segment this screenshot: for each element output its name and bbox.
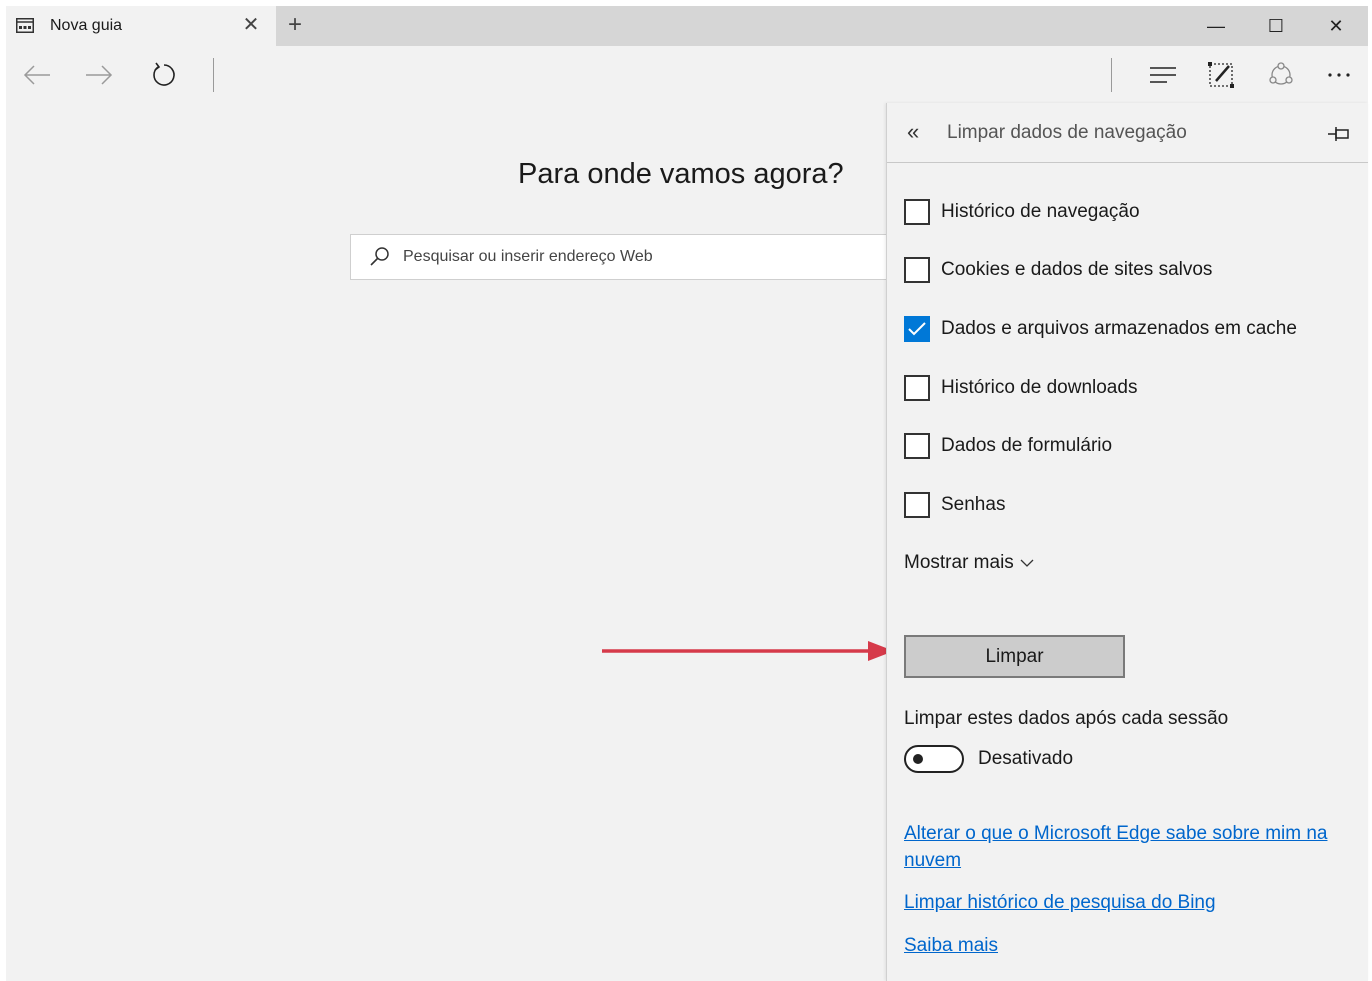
show-more-toggle[interactable]: Mostrar mais [904,552,1034,574]
tab-nova-guia[interactable]: Nova guia ✕ [6,6,276,46]
option-passwords[interactable]: Senhas [904,490,1005,520]
back-chevron-icon[interactable]: « [907,121,919,143]
checkbox[interactable] [904,375,930,401]
red-arrow-annotation [602,641,894,661]
toolbar-divider [1111,58,1112,92]
checkbox[interactable] [904,257,930,283]
maximize-button[interactable]: ☐ [1254,10,1298,42]
option-label: Histórico de downloads [941,377,1138,398]
toolbar-divider [213,58,214,92]
forward-button[interactable] [82,58,116,92]
search-box[interactable] [350,234,910,280]
forward-arrow-icon [86,65,113,85]
option-cached-data[interactable]: Dados e arquivos armazenados em cache [904,314,1297,344]
chevron-down-icon [1020,559,1034,567]
clear-button[interactable]: Limpar [904,635,1125,678]
new-tab-button[interactable]: + [282,12,308,38]
checkbox[interactable] [904,199,930,225]
close-tab-icon[interactable]: ✕ [240,14,262,36]
toggle-state-label: Desativado [978,748,1074,769]
option-cookies[interactable]: Cookies e dados de sites salvos [904,255,1212,285]
checkbox-checked[interactable] [904,316,930,342]
clear-on-exit-label: Limpar estes dados após cada sessão [904,708,1229,729]
hub-button[interactable] [1146,58,1180,92]
option-label: Senhas [941,494,1006,515]
tab-title: Nova guia [50,17,123,34]
share-button[interactable] [1264,58,1298,92]
browser-window: Nova guia ✕ + — ☐ ✕ Para onde vamos agor… [6,6,1368,981]
clear-on-exit-toggle[interactable] [904,745,964,773]
option-form-data[interactable]: Dados de formulário [904,431,1112,461]
search-icon [370,247,389,266]
refresh-icon [153,62,175,86]
option-label: Histórico de navegação [941,201,1140,222]
hub-icon [1150,67,1176,83]
more-dots-icon [1328,73,1350,77]
link-clear-bing-history[interactable]: Limpar histórico de pesquisa do Bing [904,889,1216,916]
refresh-button[interactable] [146,58,180,92]
minimize-button[interactable]: — [1194,10,1238,42]
panel-title: Limpar dados de navegação [947,122,1187,143]
toolbar [6,46,1368,102]
show-more-label: Mostrar mais [904,552,1014,573]
option-download-history[interactable]: Histórico de downloads [904,373,1137,403]
share-icon [1269,62,1293,85]
link-learn-more[interactable]: Saiba mais [904,932,998,959]
option-label: Cookies e dados de sites salvos [941,259,1213,280]
option-label: Dados de formulário [941,435,1113,456]
option-browsing-history[interactable]: Histórico de navegação [904,197,1140,227]
toggle-knob [913,754,923,764]
tab-page-icon [16,18,34,33]
panel-header: « Limpar dados de navegação [887,103,1368,163]
checkbox[interactable] [904,492,930,518]
option-label: Dados e arquivos armazenados em cache [941,318,1297,339]
back-arrow-icon [23,65,50,85]
pin-icon[interactable] [1327,125,1349,143]
page-headline: Para onde vamos agora? [518,158,844,190]
web-note-button[interactable] [1204,58,1238,92]
web-note-icon [1208,62,1234,88]
more-button[interactable] [1322,58,1356,92]
checkbox[interactable] [904,433,930,459]
link-edge-cloud-data[interactable]: Alterar o que o Microsoft Edge sabe sobr… [904,820,1344,874]
checkmark-icon [908,322,926,336]
clear-browsing-data-panel: « Limpar dados de navegação Histórico de… [886,103,1368,981]
title-bar: Nova guia ✕ + — ☐ ✕ [6,6,1368,46]
search-input[interactable] [403,235,883,279]
back-button[interactable] [20,58,54,92]
close-window-button[interactable]: ✕ [1314,10,1358,42]
